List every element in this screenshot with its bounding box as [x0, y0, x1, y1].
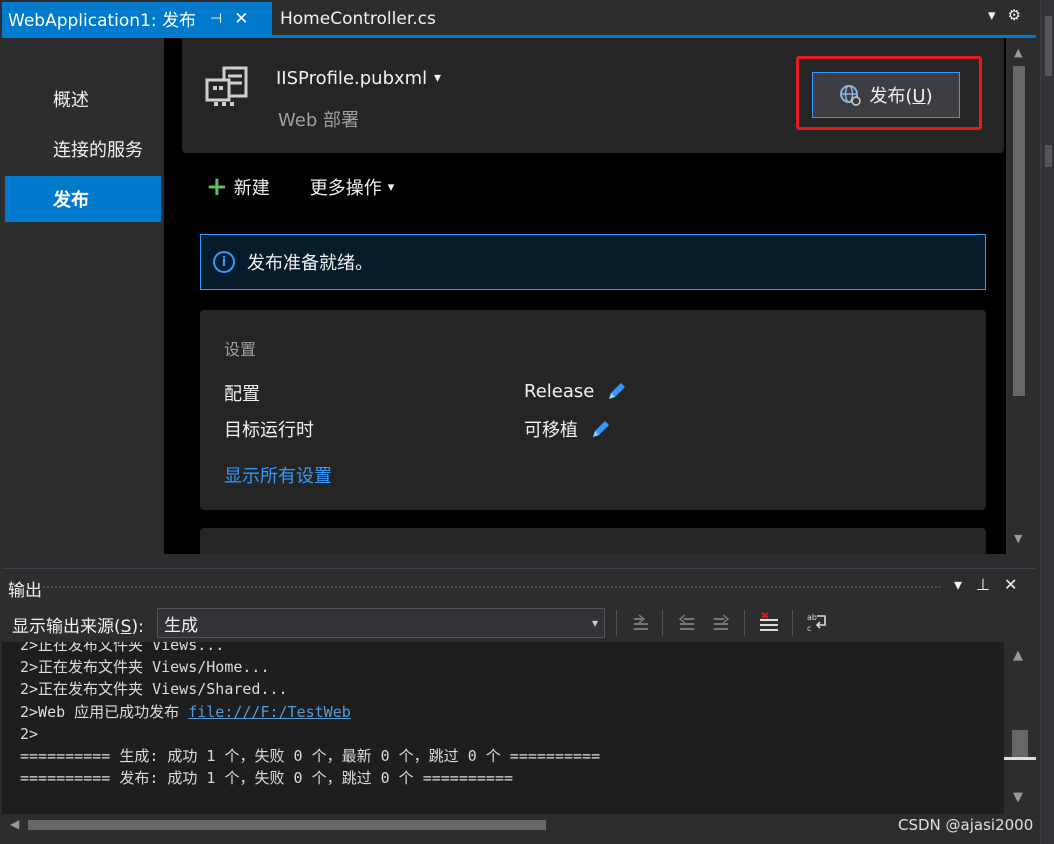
toolbar-separator [792, 610, 793, 636]
scroll-up-icon[interactable]: ▲ [1013, 648, 1023, 663]
nav-item-overview[interactable]: 概述 [5, 76, 161, 122]
info-icon: i [213, 251, 235, 273]
word-wrap-icon[interactable]: ab c [804, 610, 830, 636]
configuration-value: Release [524, 380, 628, 402]
profile-type: Web 部署 [278, 110, 359, 131]
add-icon[interactable]: + [206, 174, 228, 200]
output-horizontal-scrollbar[interactable]: ◀ [2, 814, 1036, 836]
server-icon [205, 66, 248, 106]
output-text-area[interactable]: 2>正在发布文件夹 Views... 2>正在发布文件夹 Views/Home..… [2, 642, 1004, 814]
drag-grip[interactable] [42, 585, 942, 589]
tab-webapplication1-publish[interactable]: WebApplication1: 发布 ⊣ ✕ [2, 2, 272, 35]
close-icon[interactable]: ✕ [1004, 575, 1017, 594]
toolbar-separator [662, 610, 663, 636]
scrollbar-thumb[interactable] [1013, 66, 1025, 396]
toolbar-separator [744, 610, 745, 636]
output-source-value: 生成 [164, 615, 198, 636]
info-message: 发布准备就绪。 [247, 253, 373, 274]
output-line: 2>正在发布文件夹 Views/Home... [20, 658, 270, 677]
scrollbar-thumb[interactable] [28, 820, 546, 830]
svg-text:ab: ab [807, 613, 817, 622]
output-lines: 2>正在发布文件夹 Views... 2>正在发布文件夹 Views/Home..… [20, 642, 600, 789]
nav-item-connected-services[interactable]: 连接的服务 [5, 126, 161, 172]
output-line: 2> [20, 724, 39, 743]
output-line: 2>正在发布文件夹 Views/Shared... [20, 680, 288, 699]
output-toolbar: 显示输出来源(S): 生成 ▾ ab c [2, 602, 1036, 642]
tab-strip-controls: ▾ ⚙ [988, 6, 1021, 24]
edit-pencil-icon[interactable] [606, 380, 628, 402]
target-runtime-label: 目标运行时 [224, 420, 314, 441]
scroll-up-icon[interactable]: ▲ [1014, 46, 1022, 59]
publish-page: 概述 连接的服务 发布 IISProfile.pubxml ▾ Web 部署 发… [2, 38, 1032, 554]
nav-item-label: 概述 [53, 90, 89, 111]
prev-message-icon[interactable] [674, 610, 700, 636]
chevron-down-icon: ▾ [591, 616, 598, 630]
next-section-card [200, 528, 986, 554]
output-line: 2>正在发布文件夹 Views... [20, 642, 225, 654]
publish-globe-icon [840, 85, 862, 106]
side-tab[interactable] [1045, 145, 1052, 167]
scrollbar-thumb[interactable] [1012, 730, 1028, 758]
tab-list-dropdown-icon[interactable]: ▾ [988, 6, 996, 24]
nav-item-publish[interactable]: 发布 [5, 176, 161, 222]
output-line: 2>Web 应用已成功发布 file:///F:/TestWeb [20, 702, 351, 721]
window-position-dropdown-icon[interactable]: ▾ [954, 575, 962, 594]
target-runtime-value-text: 可移植 [524, 420, 578, 441]
scroll-down-icon[interactable]: ▼ [1013, 790, 1023, 805]
publish-button[interactable]: 发布(U) [812, 72, 960, 118]
edit-pencil-icon[interactable] [590, 418, 612, 440]
svg-text:c: c [807, 624, 811, 633]
publish-left-nav: 概述 连接的服务 发布 [2, 38, 164, 554]
tab-label: HomeController.cs [280, 8, 436, 29]
scroll-left-icon[interactable]: ◀ [10, 817, 19, 831]
side-tool-strip [1040, 0, 1054, 844]
output-vertical-scrollbar[interactable]: ▲ ▼ [1004, 642, 1036, 814]
output-line: ========== 发布: 成功 1 个，失败 0 个，跳过 0 个 ====… [20, 769, 514, 788]
output-window-controls: ▾ ⊥ ✕ [954, 575, 1017, 594]
next-message-icon[interactable] [708, 610, 734, 636]
publish-profile-card: IISProfile.pubxml ▾ Web 部署 发布(U) [182, 38, 1004, 153]
output-source-select[interactable]: 生成 ▾ [157, 608, 605, 638]
output-source-label: 显示输出来源(S): [12, 617, 144, 637]
publish-ready-info-bar: i 发布准备就绪。 [200, 234, 986, 290]
output-title: 输出 [8, 581, 42, 601]
nav-item-label: 连接的服务 [53, 140, 143, 161]
document-tab-strip: WebApplication1: 发布 ⊣ ✕ HomeController.c… [0, 0, 1040, 38]
profile-actions: + 新建 更多操作 ▾ [206, 174, 394, 200]
show-all-settings-link[interactable]: 显示所有设置 [224, 462, 332, 488]
auto-hide-pin-icon[interactable]: ⊥ [976, 575, 990, 594]
output-window-header: 输出 ▾ ⊥ ✕ [2, 568, 1036, 603]
toolbar-separator [616, 610, 617, 636]
csdn-watermark: CSDN @ajasi2000 [898, 816, 1034, 834]
goto-current-icon[interactable] [628, 610, 654, 636]
new-profile-link[interactable]: 新建 [234, 174, 270, 200]
chevron-down-icon[interactable]: ▾ [434, 70, 441, 86]
target-runtime-value: 可移植 [524, 416, 612, 442]
close-tab-icon[interactable]: ✕ [234, 9, 248, 29]
settings-card: 设置 配置 Release 目标运行时 可移植 显示所有设置 [200, 310, 986, 510]
nav-item-label: 发布 [53, 190, 89, 211]
chevron-down-icon[interactable]: ▾ [388, 180, 395, 195]
tab-homecontroller[interactable]: HomeController.cs [280, 2, 436, 35]
side-tab[interactable] [1045, 16, 1052, 76]
panel-splitter[interactable] [0, 554, 1040, 568]
configuration-value-text: Release [524, 380, 595, 402]
configuration-label: 配置 [224, 384, 260, 405]
tab-label: WebApplication1: 发布 [8, 11, 196, 31]
publish-button-label: 发布(U) [869, 86, 933, 107]
pin-icon[interactable]: ⊣ [210, 11, 222, 27]
publish-vertical-scrollbar[interactable]: ▲ ▼ [1006, 38, 1032, 554]
clear-all-icon[interactable] [756, 610, 782, 636]
gear-icon[interactable]: ⚙ [1008, 6, 1021, 24]
more-actions-menu[interactable]: 更多操作 [310, 174, 382, 200]
output-folder-link[interactable]: file:///F:/TestWeb [188, 703, 351, 721]
scroll-position-marker [1004, 757, 1036, 760]
output-line: ========== 生成: 成功 1 个，失败 0 个，最新 0 个，跳过 0… [20, 747, 601, 766]
settings-title: 设置 [224, 340, 257, 359]
profile-selector[interactable]: IISProfile.pubxml [276, 68, 427, 89]
scroll-down-icon[interactable]: ▼ [1014, 532, 1022, 545]
